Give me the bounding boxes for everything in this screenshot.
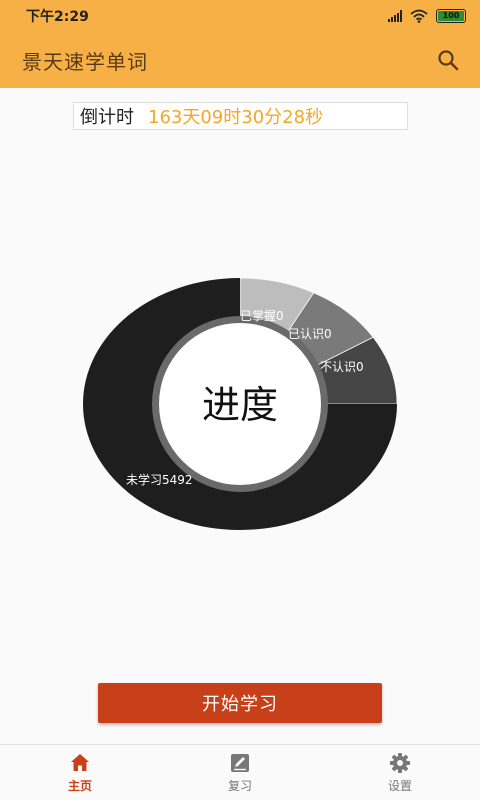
status-time: 下午2:29 bbox=[26, 9, 89, 25]
nav-label-review: 复习 bbox=[227, 778, 252, 793]
nav-item-review[interactable]: 复习 bbox=[160, 745, 320, 800]
wifi-icon bbox=[410, 9, 428, 23]
nav-label-settings: 设置 bbox=[387, 778, 412, 793]
status-icons: 100 bbox=[388, 9, 466, 23]
status-bar: 下午2:29 100 bbox=[0, 0, 480, 32]
edit-icon bbox=[231, 753, 249, 772]
countdown-value: 163天09时30分28秒 bbox=[148, 107, 324, 128]
segment-label-unlearned: 未学习5492 bbox=[126, 472, 193, 487]
app-title: 景天速学单词 bbox=[22, 49, 148, 74]
segment-label-mastered: 已掌握0 bbox=[240, 308, 284, 323]
battery-icon: 100 bbox=[436, 9, 466, 23]
bottom-nav: 主页 复习 设置 bbox=[0, 744, 480, 800]
nav-item-settings[interactable]: 设置 bbox=[320, 745, 480, 800]
nav-item-home[interactable]: 主页 bbox=[0, 745, 160, 800]
segment-label-known: 已认识0 bbox=[288, 327, 332, 341]
search-button[interactable] bbox=[434, 46, 462, 74]
gear-icon bbox=[390, 752, 410, 773]
center-text: 进度 bbox=[202, 383, 278, 427]
search-icon bbox=[438, 50, 459, 71]
home-icon bbox=[71, 753, 89, 771]
countdown-label: 倒计时 bbox=[80, 107, 134, 128]
start-learning-button[interactable]: 开始学习 bbox=[98, 683, 382, 723]
app-bar: 景天速学单词 bbox=[0, 32, 480, 88]
nav-label-home: 主页 bbox=[67, 778, 92, 793]
battery-level: 100 bbox=[438, 11, 464, 21]
signal-icon bbox=[388, 10, 402, 22]
progress-chart: 进度 已掌握0 已认识0 不认识0 未学习5492 bbox=[83, 277, 398, 530]
segment-label-unknown: 不认识0 bbox=[320, 360, 364, 374]
countdown-box: 倒计时 163天09时30分28秒 bbox=[73, 102, 408, 130]
